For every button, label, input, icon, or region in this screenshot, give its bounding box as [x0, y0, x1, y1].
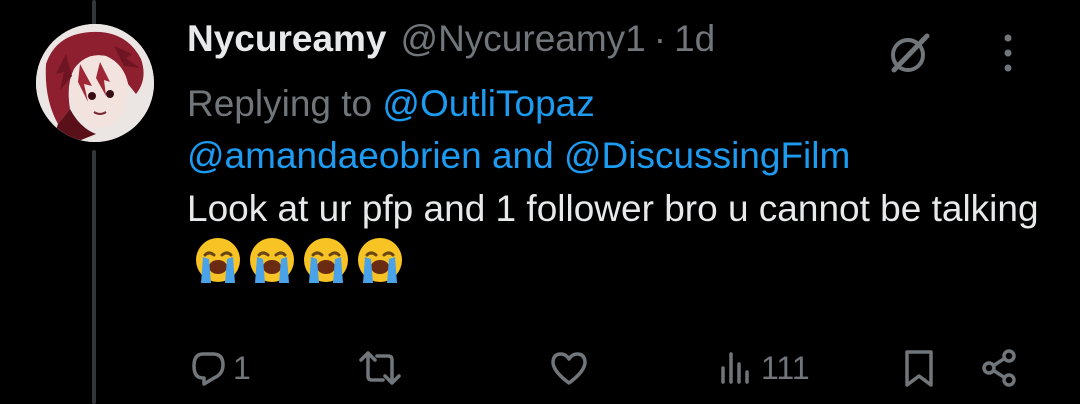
views-icon: [717, 348, 757, 388]
views-button[interactable]: 111: [717, 348, 810, 388]
mention-amandaeobrien[interactable]: @amandaeobrien: [187, 135, 482, 176]
loudly-crying-face-emoji: [250, 238, 294, 283]
tweet-text-body: Look at ur pfp and 1 follower bro u cann…: [187, 188, 1039, 229]
repost-button[interactable]: [357, 348, 407, 388]
loudly-crying-face-emoji: [196, 238, 240, 283]
separator-dot: ·: [653, 18, 667, 59]
like-button[interactable]: [549, 348, 593, 388]
heart-icon: [549, 348, 589, 388]
tweet-content: Nycureamy @Nycureamy1 · 1d Replying to @…: [187, 14, 1047, 299]
views-count: 111: [761, 349, 810, 386]
avatar[interactable]: [36, 24, 154, 142]
bookmark-button[interactable]: [899, 348, 939, 388]
user-handle[interactable]: @Nycureamy1: [401, 14, 646, 64]
mention-outlitopaz[interactable]: @OutliTopaz: [382, 83, 594, 124]
mention-conjunction[interactable]: and: [492, 135, 554, 176]
reply-button[interactable]: 1: [189, 348, 251, 388]
grok-icon[interactable]: [887, 30, 933, 81]
reply-icon: [189, 348, 229, 388]
tweet-actions: 1 111: [187, 348, 1037, 398]
mention-discussingfilm[interactable]: @DiscussingFilm: [564, 135, 850, 176]
thread-line-bottom: [92, 150, 96, 404]
reply-count: 1: [233, 349, 251, 386]
tweet-time[interactable]: 1d: [674, 14, 715, 64]
bookmark-icon: [899, 348, 939, 388]
share-button[interactable]: [979, 348, 1019, 388]
tweet-text: Look at ur pfp and 1 follower bro u cann…: [187, 183, 1047, 299]
loudly-crying-face-emoji: [358, 238, 402, 283]
emoji-group: [193, 235, 409, 299]
header-actions: [887, 30, 1015, 81]
repost-icon: [357, 348, 403, 388]
loudly-crying-face-emoji: [304, 238, 348, 283]
replying-prefix: Replying to: [187, 83, 373, 124]
more-vertical-icon[interactable]: [933, 30, 1015, 81]
thread-line-top: [92, 0, 96, 26]
share-icon: [979, 348, 1019, 388]
display-name[interactable]: Nycureamy: [187, 14, 387, 64]
replying-to: Replying to @OutliTopaz @amandaeobrien a…: [187, 78, 1047, 182]
